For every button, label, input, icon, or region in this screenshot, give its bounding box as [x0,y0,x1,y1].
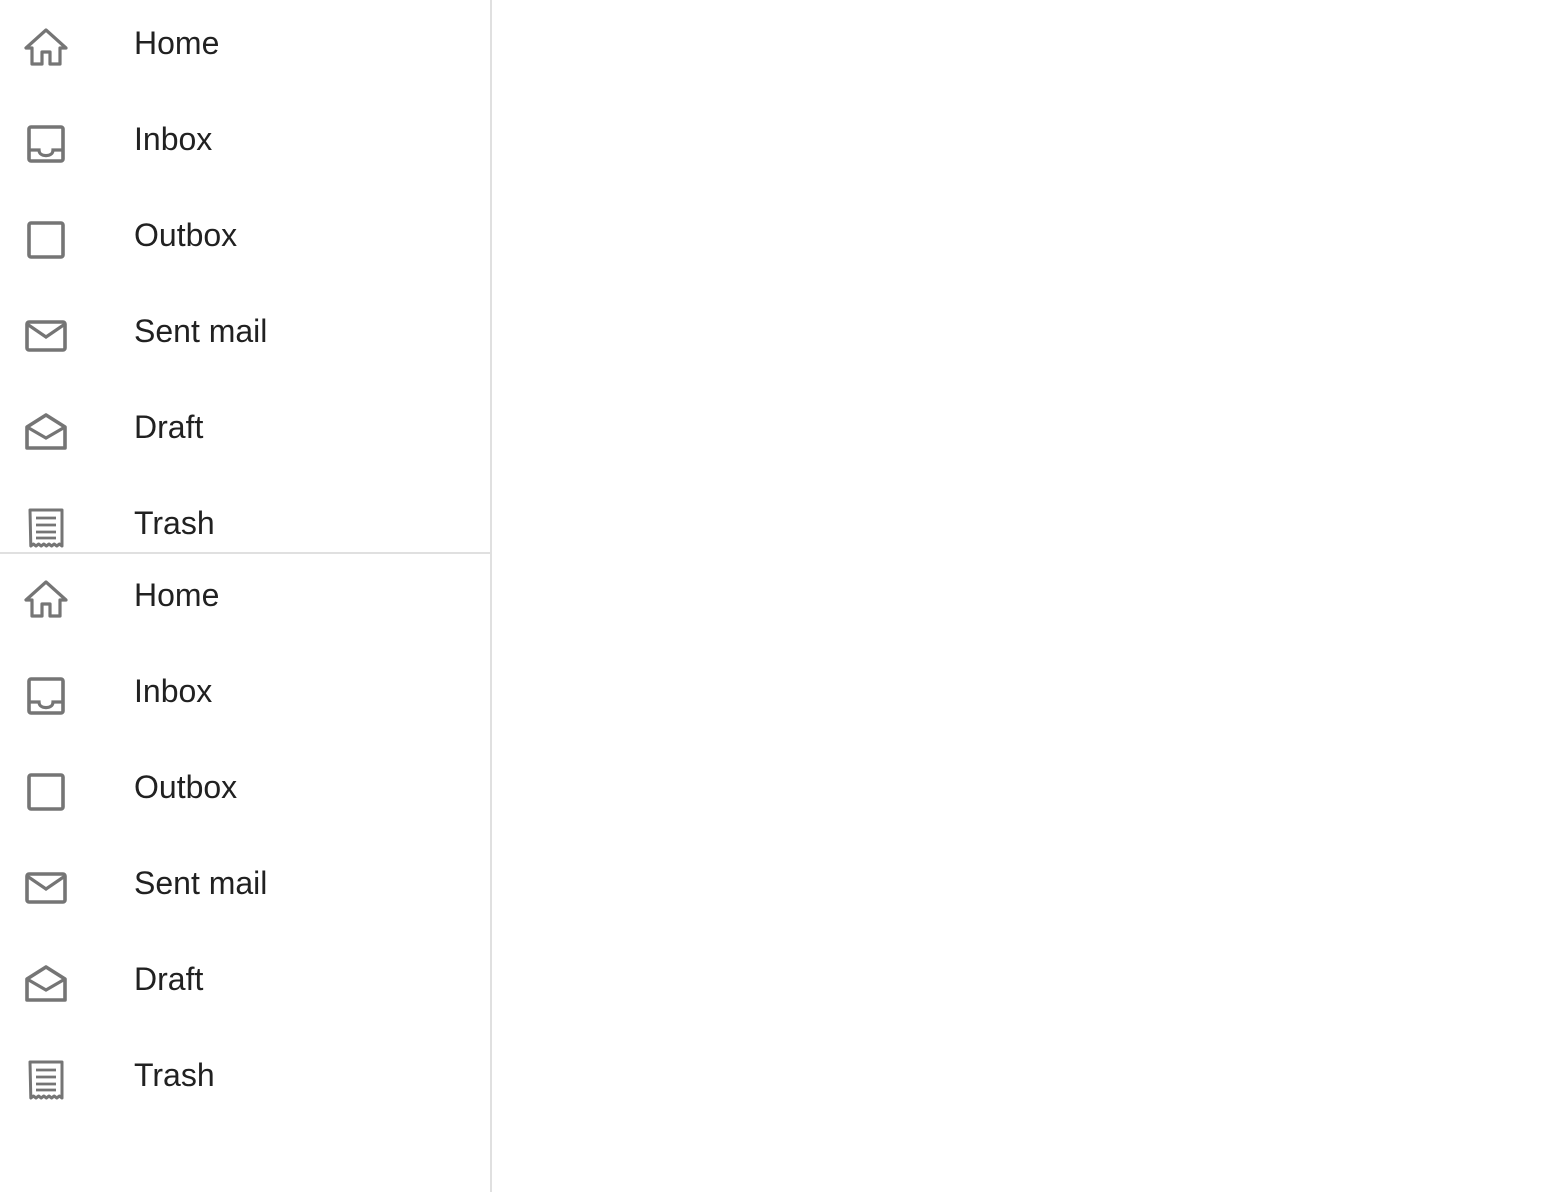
nav-item-label: Sent mail [134,313,268,349]
nav-item-outbox[interactable]: Outbox [0,192,490,288]
mail-icon [22,312,70,360]
nav-item-label: Outbox [134,769,238,805]
inbox-icon [22,672,70,720]
nav-item-label: Draft [134,409,204,445]
nav-item-inbox[interactable]: Inbox [0,96,490,192]
mail-icon [22,864,70,912]
receipt-icon [22,1056,70,1104]
nav-item-label: Home [134,25,220,61]
nav-item-label: Sent mail [134,865,268,901]
nav-item-label: Home [134,577,220,613]
nav-item-label: Outbox [134,217,238,253]
app-root: Home Inbox Outbox Sent mail Draft Trash … [0,0,1562,1192]
nav-item-label: Inbox [134,673,213,709]
navigation-drawer: Home Inbox Outbox Sent mail Draft Trash … [0,0,492,1192]
nav-item-draft[interactable]: Draft [0,384,490,480]
nav-item-home[interactable]: Home [0,552,490,648]
receipt-icon [22,504,70,552]
drafts-icon [22,408,70,456]
nav-item-sent-mail[interactable]: Sent mail [0,840,490,936]
nav-item-inbox[interactable]: Inbox [0,648,490,744]
nav-item-outbox[interactable]: Outbox [0,744,490,840]
nav-item-home[interactable]: Home [0,0,490,96]
nav-item-trash[interactable]: Trash [0,1032,490,1128]
home-icon [22,24,70,72]
home-icon [22,576,70,624]
nav-list-primary: Home Inbox Outbox Sent mail Draft Trash [0,0,490,576]
nav-item-label: Inbox [134,121,213,157]
drafts-icon [22,960,70,1008]
outbox-icon [22,768,70,816]
inbox-icon [22,120,70,168]
nav-item-label: Draft [134,961,204,997]
outbox-icon [22,216,70,264]
nav-item-sent-mail[interactable]: Sent mail [0,288,490,384]
main-content [492,0,1562,1192]
nav-item-label: Trash [134,1057,215,1093]
nav-list-secondary: Home Inbox Outbox Sent mail Draft Trash [0,552,490,1128]
nav-item-draft[interactable]: Draft [0,936,490,1032]
